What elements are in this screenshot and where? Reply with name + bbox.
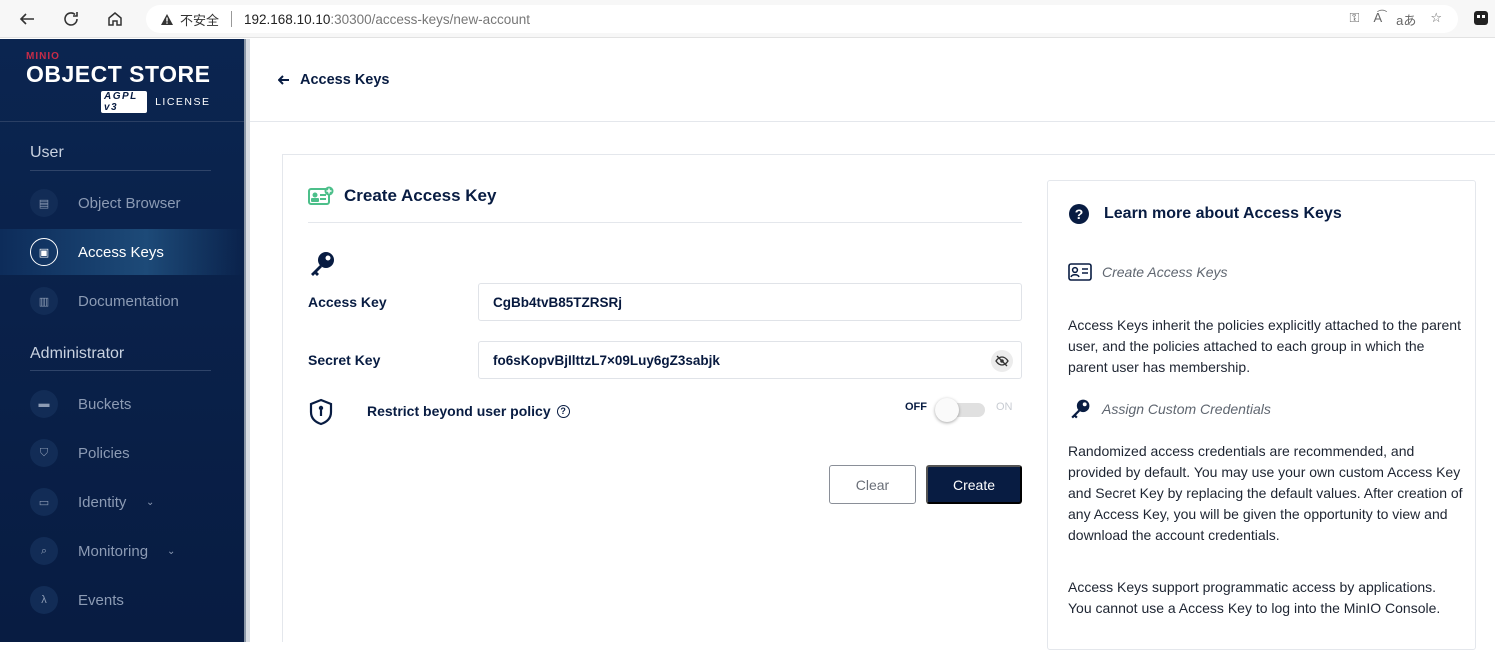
translate-icon[interactable]: aあ — [1396, 10, 1416, 29]
sidebar-item-label: Policies — [78, 444, 130, 462]
sidebar-item-events[interactable]: λ Events — [0, 577, 244, 623]
toggle-on-label: ON — [996, 401, 1013, 413]
home-icon[interactable] — [104, 8, 126, 30]
sidebar-item-label: Documentation — [78, 292, 179, 310]
sidebar-item-monitoring[interactable]: ⌕ Monitoring ⌄ — [0, 528, 244, 574]
key-icon[interactable]: ⚿ — [1350, 10, 1360, 29]
sidebar-item-buckets[interactable]: ▬ Buckets — [0, 381, 244, 427]
address-divider — [231, 11, 233, 27]
search-icon: ⌕ — [30, 537, 58, 565]
restrict-policy-text: Restrict beyond user policy — [367, 403, 551, 419]
help-title-text: Learn more about Access Keys — [1104, 205, 1342, 222]
help-title: ? Learn more about Access Keys — [1068, 203, 1342, 225]
address-bar[interactable]: 不安全 192.168.10.10:30300/access-keys/new-… — [146, 5, 1458, 33]
sidebar-item-object-browser[interactable]: ▤ Object Browser — [0, 180, 244, 226]
back-link[interactable]: Access Keys — [278, 72, 390, 88]
chevron-down-icon: ⌄ — [146, 496, 155, 508]
folder-icon: ▤ — [30, 189, 58, 217]
svg-text:?: ? — [1075, 206, 1084, 222]
eye-off-icon — [995, 355, 1009, 367]
help-subtitle-create: Create Access Keys — [1068, 263, 1228, 281]
question-circle-icon: ? — [1069, 204, 1089, 224]
page-header: Access Keys — [250, 39, 1495, 122]
help-paragraph: Access Keys support programmatic access … — [1068, 579, 1441, 616]
sidebar-item-label: Events — [78, 591, 124, 609]
help-icon[interactable]: ? — [556, 404, 570, 418]
section-title-administrator: Administrator — [30, 345, 125, 362]
create-button[interactable]: Create — [926, 465, 1022, 504]
bucket-icon: ▬ — [30, 390, 58, 418]
form-title-text: Create Access Key — [344, 186, 497, 205]
add-access-key-icon — [308, 186, 334, 205]
section-title-user: User — [30, 144, 64, 161]
reload-icon[interactable] — [60, 8, 82, 30]
sidebar-item-policies[interactable]: ⛉ Policies — [0, 430, 244, 476]
sidebar-item-label: Access Keys — [78, 243, 164, 261]
shield-icon: ⛉ — [30, 439, 58, 467]
chevron-down-icon: ⌄ — [167, 545, 176, 557]
lambda-icon: λ — [30, 586, 58, 614]
sidebar-item-label: Object Browser — [78, 194, 181, 212]
restrict-policy-toggle[interactable] — [935, 398, 986, 422]
logo-divider — [0, 121, 244, 122]
access-key-input[interactable]: CgBb4tvB85TZRSRj — [478, 283, 1022, 321]
browser-toolbar: 不安全 192.168.10.10:30300/access-keys/new-… — [0, 0, 1495, 38]
access-key-label: Access Key — [308, 294, 387, 310]
url-host: 192.168.10.10 — [244, 11, 331, 27]
key-icon — [1071, 399, 1090, 419]
back-link-label: Access Keys — [300, 72, 390, 88]
agpl-badge: AGPL v3 — [101, 91, 148, 113]
arrow-left-icon — [278, 75, 289, 85]
sidebar-item-identity[interactable]: ▭ Identity ⌄ — [0, 479, 244, 525]
security-status: 不安全 — [180, 12, 220, 28]
id-card-icon: ▣ — [30, 238, 58, 266]
form-title: Create Access Key — [308, 186, 496, 206]
id-card-icon — [1068, 263, 1092, 281]
section-divider — [30, 370, 211, 371]
sidebar-scrollbar[interactable] — [244, 39, 250, 642]
title-divider — [308, 222, 1022, 223]
secret-key-label: Secret Key — [308, 352, 381, 368]
warning-icon — [161, 13, 173, 25]
secret-key-input[interactable]: fo6sKopvBjIlttzL7×09Luy6gZ3sabjk — [478, 341, 1022, 379]
sidebar-item-label: Identity — [78, 493, 127, 511]
restrict-policy-label: Restrict beyond user policy ? — [367, 403, 570, 419]
read-aloud-icon[interactable]: A͡ — [1373, 10, 1382, 29]
sidebar-item-access-keys[interactable]: ▣ Access Keys — [0, 229, 244, 275]
identity-icon: ▭ — [30, 488, 58, 516]
help-paragraph: Randomized access credentials are recomm… — [1068, 443, 1463, 543]
shield-lock-icon — [309, 398, 333, 426]
help-subtitle-create-text: Create Access Keys — [1102, 264, 1228, 280]
profile-icon[interactable] — [1473, 9, 1489, 27]
help-subtitle-credentials-text: Assign Custom Credentials — [1102, 401, 1271, 417]
help-paragraph: Access Keys inherit the policies explici… — [1068, 317, 1461, 375]
sidebar-item-documentation[interactable]: ▥ Documentation — [0, 278, 244, 324]
sidebar-item-label: Buckets — [78, 395, 132, 413]
document-icon: ▥ — [30, 287, 58, 315]
toggle-visibility-button[interactable] — [991, 350, 1013, 372]
toggle-off-label: OFF — [905, 401, 927, 413]
back-arrow-icon[interactable] — [16, 8, 38, 30]
brand-license: LICENSE — [155, 96, 211, 108]
help-subtitle-credentials: Assign Custom Credentials — [1068, 398, 1271, 420]
sidebar: MINIO OBJECT STORE AGPL v3 LICENSE User … — [0, 39, 244, 642]
toggle-knob — [935, 398, 959, 422]
favorite-icon[interactable]: ☆ — [1430, 10, 1442, 29]
restrict-shield — [308, 398, 334, 426]
key-icon — [308, 250, 336, 283]
clear-button[interactable]: Clear — [829, 465, 916, 504]
sidebar-item-label: Monitoring — [78, 542, 149, 560]
minio-logo[interactable]: MINIO OBJECT STORE AGPL v3 LICENSE — [26, 51, 211, 113]
section-divider — [30, 170, 211, 171]
brand-product: OBJECT STORE — [26, 61, 211, 87]
secret-key-value: fo6sKopvBjIlttzL7×09Luy6gZ3sabjk — [493, 352, 720, 368]
url-path: :30300/access-keys/new-account — [330, 11, 530, 27]
